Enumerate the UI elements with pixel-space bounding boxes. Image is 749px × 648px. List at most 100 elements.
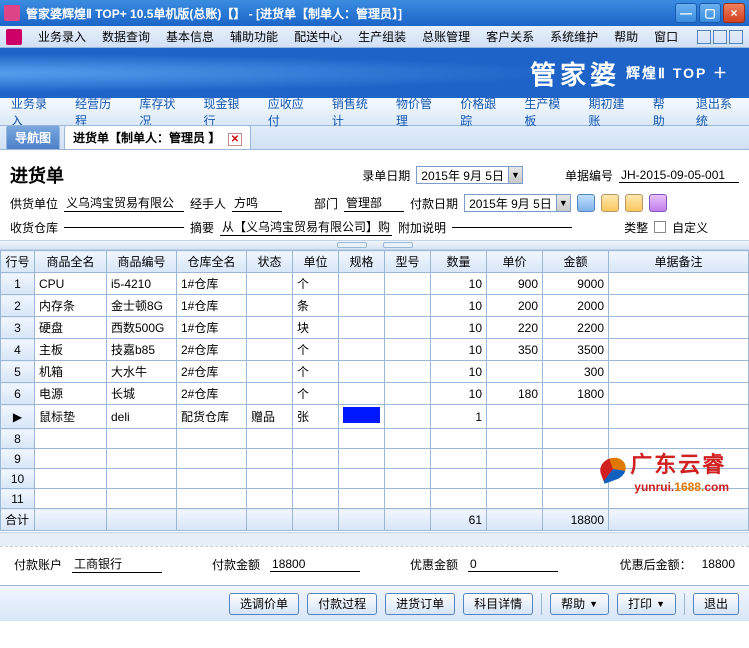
cell-model[interactable] <box>385 339 431 361</box>
splitter[interactable] <box>0 240 749 250</box>
exit-button[interactable]: 退出 <box>693 593 739 615</box>
cell-code[interactable]: 技嘉b85 <box>107 339 177 361</box>
summary-value[interactable]: 从【义乌鸿宝贸易有限公司】购 <box>220 218 392 236</box>
nav-item[interactable]: 期初建账 <box>578 90 642 134</box>
cell-model[interactable] <box>385 361 431 383</box>
dept-value[interactable]: 管理部 <box>344 194 404 212</box>
nav-item[interactable]: 帮助 <box>642 90 685 134</box>
cell-unit[interactable]: 个 <box>293 339 339 361</box>
cell-unit[interactable] <box>293 449 339 469</box>
cell-note[interactable] <box>609 489 749 509</box>
cell-code[interactable]: deli <box>107 405 177 429</box>
chevron-down-icon[interactable]: ▼ <box>556 195 570 211</box>
cell-price[interactable] <box>487 405 543 429</box>
row-number[interactable]: ▶ <box>1 405 35 429</box>
cell-qty[interactable]: 10 <box>431 361 487 383</box>
cell-model[interactable] <box>385 449 431 469</box>
cell-price[interactable] <box>487 361 543 383</box>
table-row[interactable]: 9 <box>1 449 749 469</box>
cell-amt[interactable]: 3500 <box>543 339 609 361</box>
cell-note[interactable] <box>609 405 749 429</box>
cell-price[interactable] <box>487 469 543 489</box>
table-row[interactable]: ▶鼠标垫deli配货仓库赠品张1 <box>1 405 749 429</box>
cell-spec[interactable] <box>339 469 385 489</box>
cell-name[interactable]: 鼠标垫 <box>35 405 107 429</box>
menu-item[interactable]: 数据查询 <box>94 26 158 47</box>
mdi-close-icon[interactable] <box>729 30 743 44</box>
cell-code[interactable]: i5-4210 <box>107 273 177 295</box>
cell-st[interactable] <box>247 449 293 469</box>
cell-amt[interactable] <box>543 469 609 489</box>
cell-note[interactable] <box>609 429 749 449</box>
column-header[interactable]: 商品编号 <box>107 251 177 273</box>
purchase-grid[interactable]: 行号商品全名商品编号仓库全名状态单位规格型号数量单价金额单据备注 1CPUi5-… <box>0 250 749 531</box>
search-icon[interactable] <box>577 194 595 212</box>
cell-st[interactable] <box>247 317 293 339</box>
cell-spec[interactable] <box>339 429 385 449</box>
cell-spec[interactable] <box>339 449 385 469</box>
row-number[interactable]: 5 <box>1 361 35 383</box>
cell-unit[interactable] <box>293 469 339 489</box>
cell-st[interactable] <box>247 383 293 405</box>
purchase-order-button[interactable]: 进货订单 <box>385 593 455 615</box>
cell-unit[interactable]: 个 <box>293 383 339 405</box>
active-cell-editor[interactable] <box>343 407 380 423</box>
cell-amt[interactable] <box>543 405 609 429</box>
table-row[interactable]: 6电源长城2#仓库个101801800 <box>1 383 749 405</box>
cell-spec[interactable] <box>339 295 385 317</box>
splitter-handle[interactable] <box>383 242 413 248</box>
nav-item[interactable]: 生产模板 <box>513 90 577 134</box>
cell-note[interactable] <box>609 273 749 295</box>
cell-wh[interactable]: 配货仓库 <box>177 405 247 429</box>
cell-spec[interactable] <box>339 273 385 295</box>
cell-wh[interactable] <box>177 429 247 449</box>
table-row[interactable]: 11 <box>1 489 749 509</box>
cell-amt[interactable]: 2000 <box>543 295 609 317</box>
cell-qty[interactable]: 10 <box>431 383 487 405</box>
cell-name[interactable]: 硬盘 <box>35 317 107 339</box>
nav-item[interactable]: 应收应付 <box>257 90 321 134</box>
table-row[interactable]: 4主板技嘉b852#仓库个103503500 <box>1 339 749 361</box>
mdi-minimize-icon[interactable] <box>697 30 711 44</box>
cell-wh[interactable]: 1#仓库 <box>177 317 247 339</box>
menu-item[interactable]: 总账管理 <box>414 26 478 47</box>
cell-qty[interactable]: 10 <box>431 317 487 339</box>
cell-spec[interactable] <box>339 405 385 429</box>
cell-amt[interactable]: 1800 <box>543 383 609 405</box>
pay-process-button[interactable]: 付款过程 <box>307 593 377 615</box>
cell-code[interactable]: 大水牛 <box>107 361 177 383</box>
menu-item[interactable]: 基本信息 <box>158 26 222 47</box>
cell-name[interactable] <box>35 449 107 469</box>
cell-name[interactable]: CPU <box>35 273 107 295</box>
menu-item[interactable]: 业务录入 <box>30 26 94 47</box>
tab-close-icon[interactable]: ✕ <box>228 133 242 146</box>
table-row[interactable]: 2内存条金士顿8G1#仓库条102002000 <box>1 295 749 317</box>
extra-value[interactable] <box>452 227 572 228</box>
subject-detail-button[interactable]: 科目详情 <box>463 593 533 615</box>
cell-wh[interactable]: 1#仓库 <box>177 295 247 317</box>
close-button[interactable]: × <box>723 3 745 23</box>
column-header[interactable]: 状态 <box>247 251 293 273</box>
row-number[interactable]: 8 <box>1 429 35 449</box>
cell-model[interactable] <box>385 429 431 449</box>
column-header[interactable]: 规格 <box>339 251 385 273</box>
tool-icon-1[interactable] <box>601 194 619 212</box>
cell-unit[interactable]: 条 <box>293 295 339 317</box>
cell-code[interactable] <box>107 449 177 469</box>
cell-qty[interactable] <box>431 449 487 469</box>
menu-item[interactable]: 辅助功能 <box>222 26 286 47</box>
cell-name[interactable] <box>35 469 107 489</box>
cell-unit[interactable]: 个 <box>293 273 339 295</box>
cell-spec[interactable] <box>339 339 385 361</box>
column-header[interactable]: 单位 <box>293 251 339 273</box>
menu-item[interactable]: 帮助 <box>606 26 646 47</box>
cell-spec[interactable] <box>339 489 385 509</box>
cell-wh[interactable] <box>177 489 247 509</box>
cell-name[interactable]: 内存条 <box>35 295 107 317</box>
cell-unit[interactable] <box>293 429 339 449</box>
cell-unit[interactable]: 块 <box>293 317 339 339</box>
row-number[interactable]: 10 <box>1 469 35 489</box>
disc-value[interactable]: 0 <box>468 557 558 572</box>
handler-value[interactable]: 方鸣 <box>232 194 282 212</box>
cell-spec[interactable] <box>339 383 385 405</box>
